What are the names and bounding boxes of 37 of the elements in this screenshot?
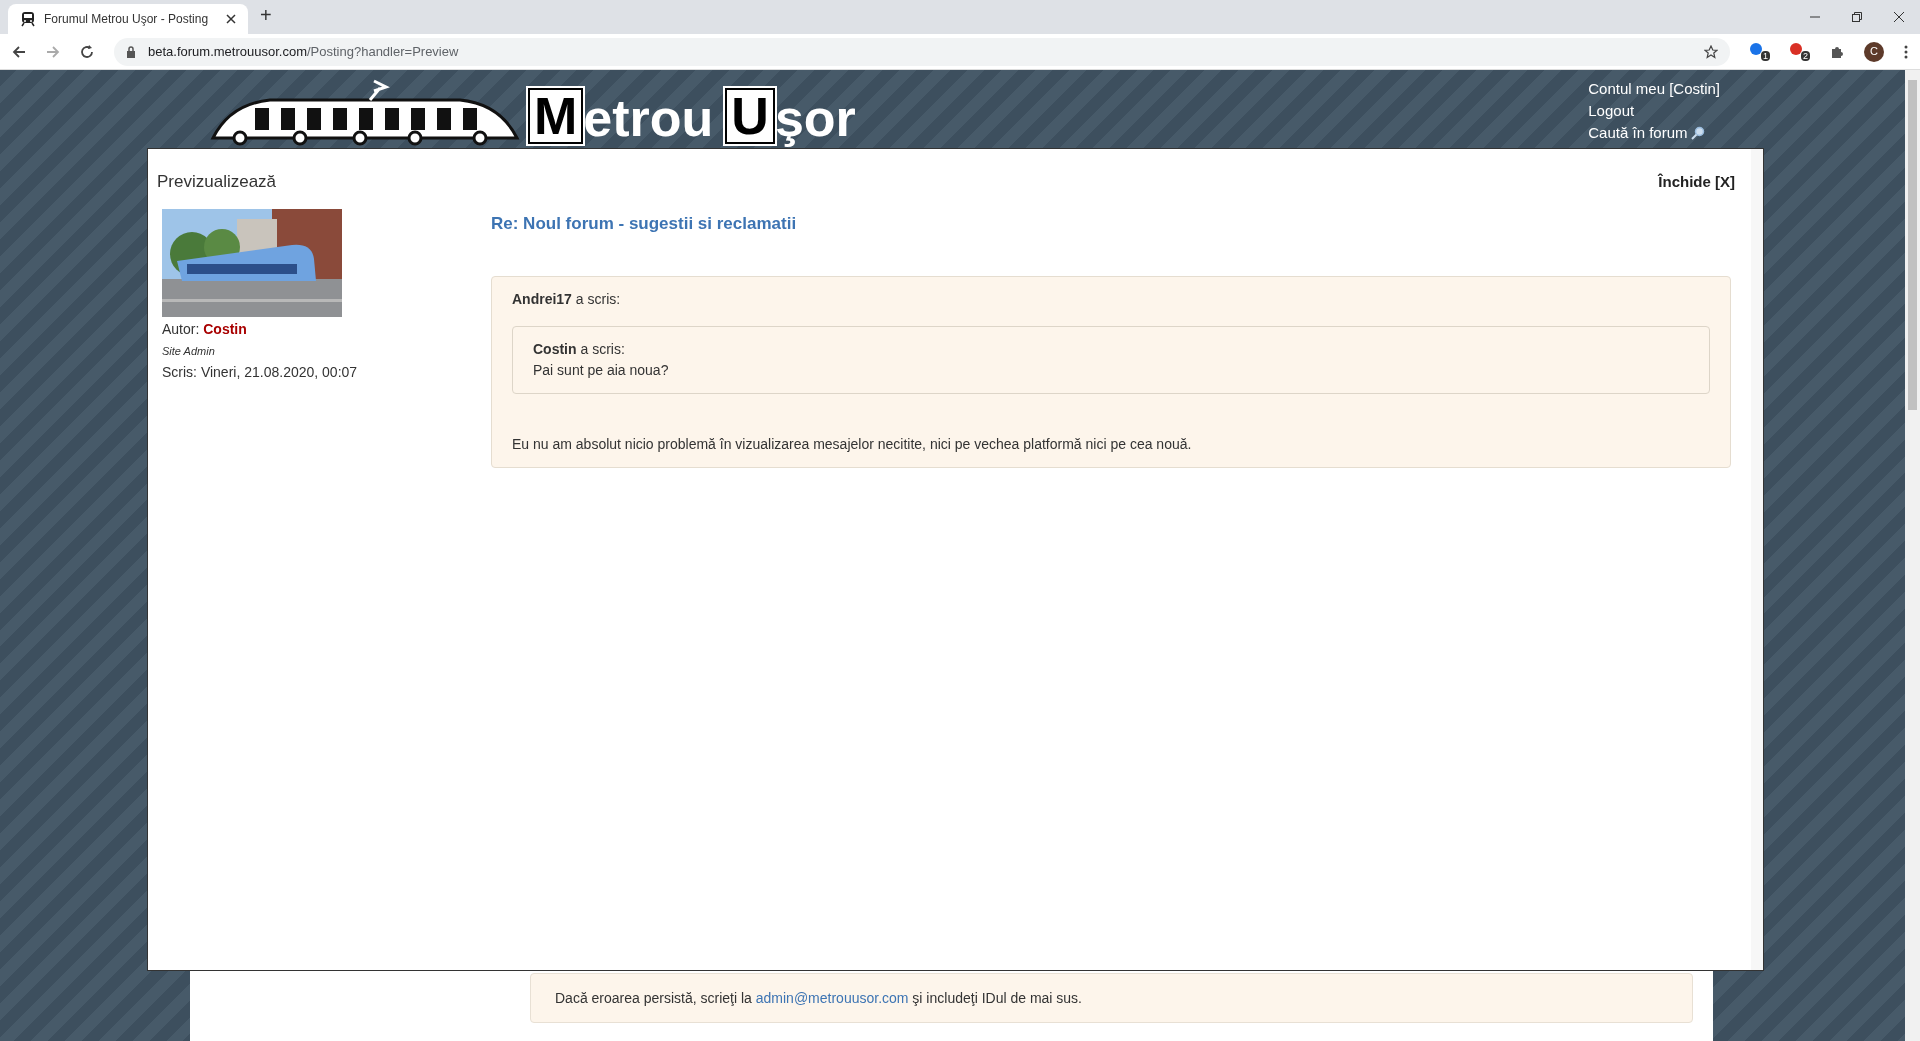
quote-text: Pai sunt pe aia noua? [533, 361, 670, 380]
puzzle-icon[interactable] [1830, 44, 1844, 59]
user-role: Site Admin [162, 343, 216, 359]
address-bar[interactable]: beta.forum.metrouusor.com/Posting?handler=Preview [114, 37, 1730, 66]
lock-icon [126, 45, 136, 58]
tram-icon [20, 11, 36, 27]
header-link[interactable]: Logout [1588, 100, 1720, 122]
close-icon[interactable] [226, 14, 236, 24]
restore-icon[interactable] [1852, 12, 1862, 22]
scrollbar-thumb[interactable] [1908, 80, 1917, 410]
close-link[interactable]: Închide [X] [1658, 170, 1735, 193]
reload-icon[interactable] [80, 44, 94, 59]
email-link[interactable]: admin@metrouusor.com [755, 989, 909, 1006]
extension-badge: 2 [1801, 50, 1810, 61]
back-icon[interactable] [12, 44, 26, 59]
search-icon[interactable] [1691, 126, 1706, 140]
author-label: Autor: [162, 320, 200, 337]
dialog-title: Previzualizează [157, 171, 277, 193]
star-icon[interactable] [1704, 44, 1718, 59]
extension-badge: 1 [1761, 50, 1770, 61]
quote-author: Costin a scris: [533, 340, 626, 359]
menu-icon[interactable] [1904, 44, 1908, 59]
tab-title: Forumul Metrou Uşor - Posting [44, 11, 210, 28]
post-date: Scris: Vineri, 21.08.2020, 00:07 [162, 363, 359, 382]
header-link[interactable]: Contul meu [Costin] [1588, 78, 1720, 100]
error-note: Dacă eroarea persistă, scrieţi la admin@metrouusor.com şi includeţi IDul de mai sus. [530, 973, 1693, 1023]
close-icon[interactable] [1894, 12, 1904, 22]
new-tab-button[interactable]: + [260, 0, 272, 30]
author-name[interactable]: Costin [203, 320, 247, 337]
post-subject[interactable]: Re: Noul forum - sugestii si reclamatii [491, 210, 1731, 236]
quote-author: Andrei17 a scris: [512, 290, 622, 309]
profile-avatar[interactable]: C [1864, 41, 1884, 62]
header-link[interactable]: Caută în forum [1588, 122, 1688, 144]
browser-tab[interactable]: Forumul Metrou Uşor - Posting [8, 4, 248, 34]
site-logo[interactable]: M etrou U şor [528, 88, 868, 146]
post-body: Eu nu am absolut nicio problemă în vizualizarea mesajelor necitite, nici pe vechea platformă nici pe cea nouă. [512, 435, 1193, 454]
scrollbar-track[interactable] [1751, 149, 1763, 970]
